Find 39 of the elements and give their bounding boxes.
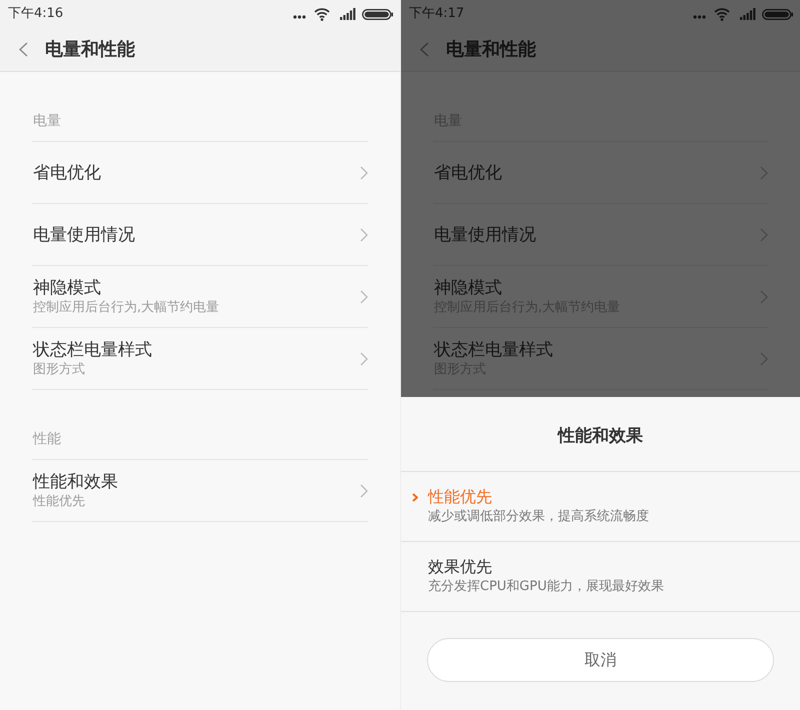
page-title: 电量和性能 xyxy=(446,38,536,62)
page-title: 电量和性能 xyxy=(45,38,135,62)
chevron-right-icon xyxy=(760,228,768,242)
chevron-right-icon xyxy=(360,352,368,366)
chevron-right-icon xyxy=(360,166,368,180)
setting-title[interactable]: 神隐模式 xyxy=(33,276,101,298)
chevron-right-icon xyxy=(412,492,418,502)
chevron-right-icon xyxy=(760,166,768,180)
section-label: 电量 xyxy=(33,113,61,129)
signal-icon xyxy=(740,8,756,20)
setting-title[interactable]: 省电优化 xyxy=(33,162,101,184)
chevron-right-icon xyxy=(360,228,368,242)
signal-icon xyxy=(340,8,356,20)
chevron-right-icon xyxy=(360,290,368,304)
chevron-right-icon xyxy=(760,352,768,366)
setting-title[interactable]: 性能和效果 xyxy=(33,470,118,492)
setting-title[interactable]: 状态栏电量样式 xyxy=(33,338,152,360)
back-icon[interactable] xyxy=(420,42,429,57)
status-time: 下午4:17 xyxy=(409,6,464,22)
battery-icon xyxy=(762,8,793,20)
chevron-right-icon xyxy=(760,290,768,304)
setting-subtitle: 性能优先 xyxy=(33,492,85,510)
cancel-button[interactable]: 取消 xyxy=(427,638,774,682)
status-time: 下午4:16 xyxy=(8,6,64,22)
wifi-icon xyxy=(314,7,330,21)
option-title[interactable]: 效果优先 xyxy=(428,556,492,578)
chevron-right-icon xyxy=(360,484,368,498)
battery-icon xyxy=(362,8,393,20)
setting-title[interactable]: 电量使用情况 xyxy=(33,224,135,246)
section-label: 性能 xyxy=(33,431,61,447)
more-dots-icon xyxy=(293,15,306,19)
setting-subtitle: 图形方式 xyxy=(33,360,85,378)
wifi-icon xyxy=(714,7,730,21)
option-subtitle: 充分发挥CPU和GPU能力，展现最好效果 xyxy=(428,578,664,596)
setting-subtitle: 控制应用后台行为,大幅节约电量 xyxy=(33,298,220,316)
sheet-title: 性能和效果 xyxy=(558,425,643,447)
option-subtitle: 减少或调低部分效果，提高系统流畅度 xyxy=(428,508,649,526)
back-icon[interactable] xyxy=(19,42,28,57)
more-dots-icon xyxy=(693,15,706,19)
